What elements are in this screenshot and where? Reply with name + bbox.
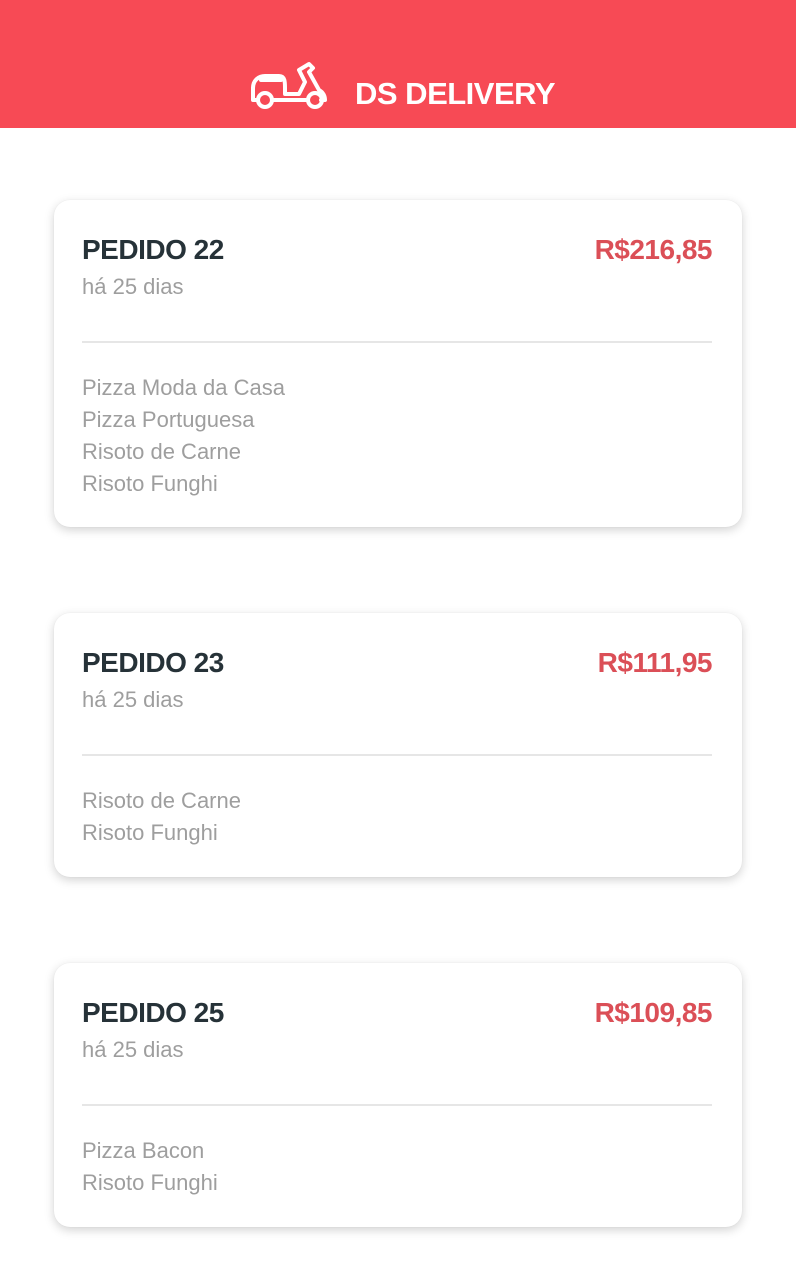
order-card[interactable]: PEDIDO 23 R$111,95 há 25 dias Risoto de … xyxy=(54,613,742,877)
list-item: Risoto Funghi xyxy=(82,471,218,496)
order-price: R$111,95 xyxy=(597,647,713,678)
order-items-list: Risoto de Carne Risoto Funghi xyxy=(82,785,241,849)
order-price: R$109,85 xyxy=(594,997,713,1028)
list-item: Pizza Portuguesa xyxy=(82,407,255,432)
order-card[interactable]: PEDIDO 22 R$216,85 há 25 dias Pizza Moda… xyxy=(54,200,742,527)
divider xyxy=(82,1104,712,1106)
app-header: DS DELIVERY xyxy=(0,0,796,128)
order-title: PEDIDO 25 xyxy=(82,997,224,1028)
order-items-list: Pizza Moda da Casa Pizza Portuguesa Riso… xyxy=(82,372,285,500)
scooter-icon xyxy=(251,62,327,109)
order-date: há 25 dias xyxy=(82,1037,184,1062)
list-item: Pizza Moda da Casa xyxy=(82,375,285,400)
order-date: há 25 dias xyxy=(82,687,184,712)
order-price: R$216,85 xyxy=(594,234,713,265)
list-item: Risoto de Carne xyxy=(82,439,241,464)
brand-title: DS DELIVERY xyxy=(355,76,556,111)
order-card[interactable]: PEDIDO 25 R$109,85 há 25 dias Pizza Baco… xyxy=(54,963,742,1227)
divider xyxy=(82,341,712,343)
list-item: Risoto Funghi xyxy=(82,820,218,845)
order-date: há 25 dias xyxy=(82,274,184,299)
list-item: Pizza Bacon xyxy=(82,1138,205,1163)
order-items-list: Pizza Bacon Risoto Funghi xyxy=(82,1135,218,1199)
divider xyxy=(82,754,712,756)
list-item: Risoto de Carne xyxy=(82,788,241,813)
order-title: PEDIDO 22 xyxy=(82,234,224,265)
list-item: Risoto Funghi xyxy=(82,1170,218,1195)
order-title: PEDIDO 23 xyxy=(82,647,224,678)
